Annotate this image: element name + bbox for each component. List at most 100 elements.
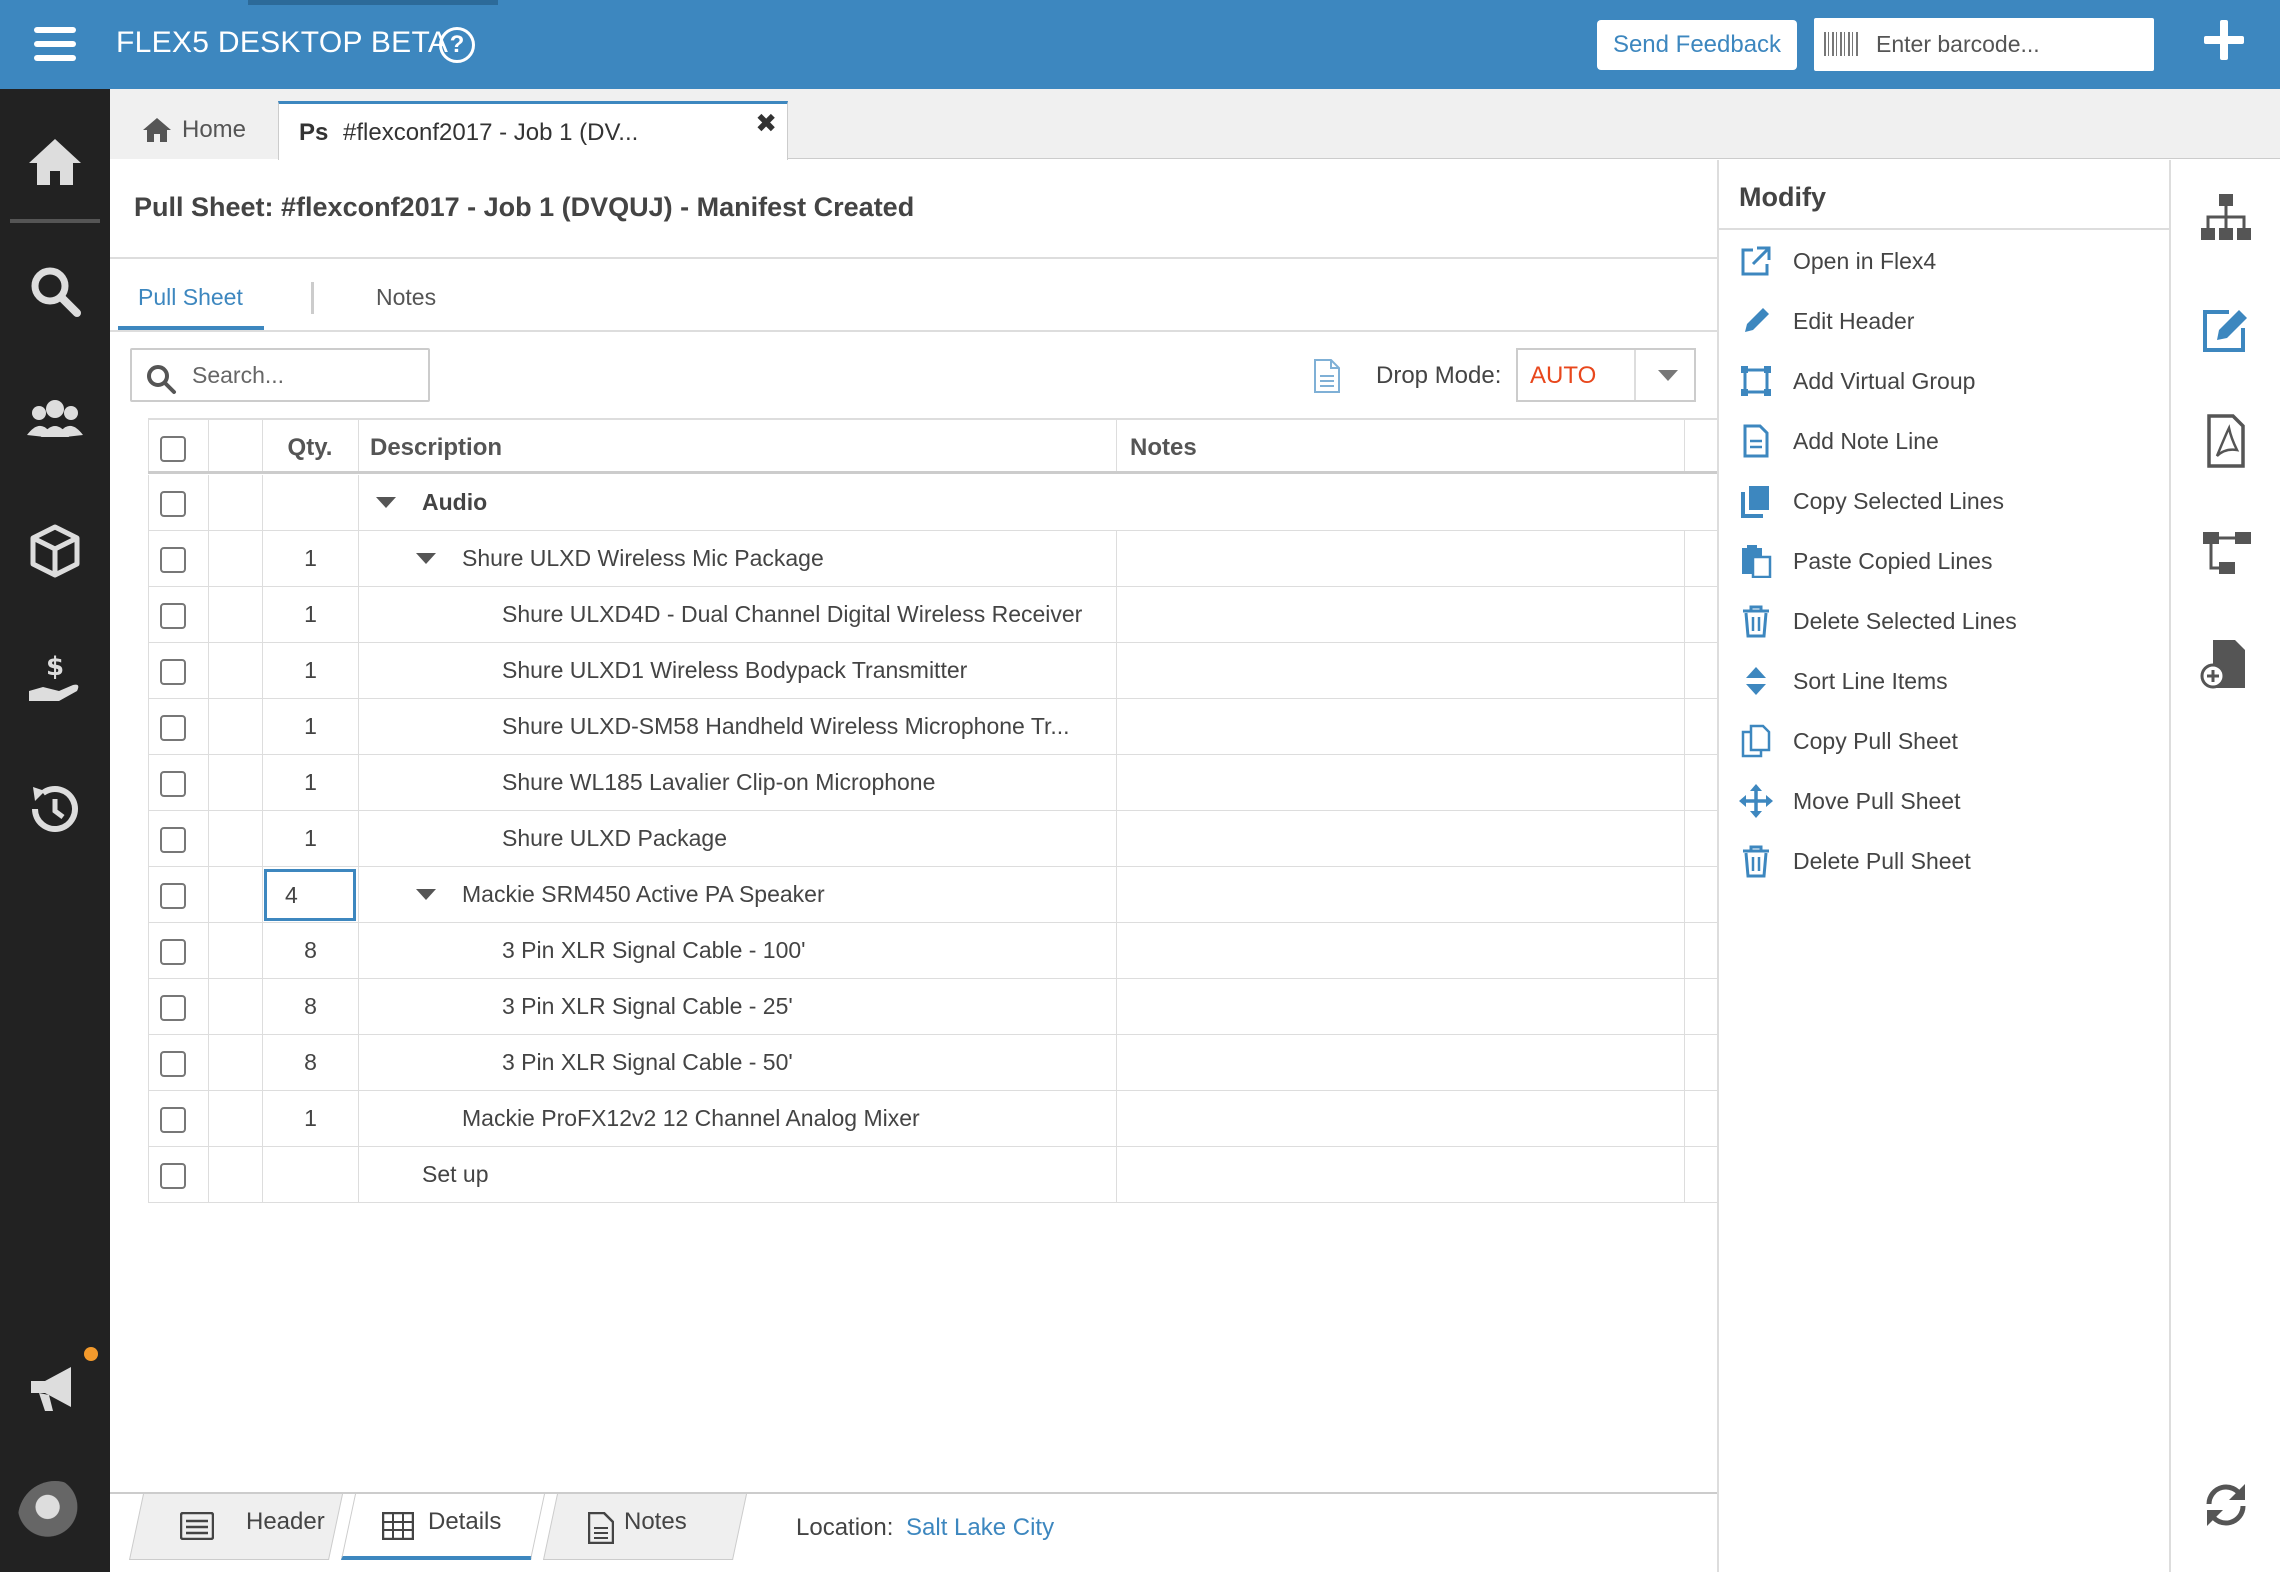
bottom-tab-header[interactable]: Header [128,1494,344,1560]
row-checkbox[interactable] [160,939,186,965]
table-row[interactable]: 8 3 Pin XLR Signal Cable - 25' [148,979,1717,1035]
qty-cell[interactable]: 1 [263,769,358,796]
edit-icon[interactable] [2199,302,2253,356]
pdf-icon[interactable] [2199,414,2253,468]
row-checkbox[interactable] [160,771,186,797]
add-note-line-button[interactable]: Add Note Line [1719,412,2171,472]
refresh-icon[interactable] [2199,1478,2253,1532]
menu-icon[interactable] [34,27,76,63]
qty-cell[interactable]: 8 [263,993,358,1020]
bottom-tab-notes[interactable]: Notes [542,1494,748,1560]
column-header-description[interactable]: Description [370,434,502,462]
copy-selected-lines-button[interactable]: Copy Selected Lines [1719,472,2171,532]
search-input[interactable] [190,359,420,391]
add-document-icon[interactable] [2199,638,2253,692]
avatar[interactable] [18,1481,92,1555]
sitemap-icon[interactable] [2199,190,2253,244]
row-checkbox[interactable] [160,603,186,629]
home-icon[interactable] [25,131,85,191]
help-icon[interactable]: ? [439,27,475,63]
description-cell[interactable]: Audio [422,489,487,516]
table-row[interactable]: 1 Shure WL185 Lavalier Clip-on Microphon… [148,755,1717,811]
move-pull-sheet-button[interactable]: Move Pull Sheet [1719,772,2171,832]
search-icon[interactable] [25,261,85,321]
chevron-down-icon[interactable] [416,553,436,564]
subtab-notes[interactable]: Notes [376,284,436,311]
tab-job[interactable]: Ps #flexconf2017 - Job 1 (DV... ✖ [278,101,788,160]
paste-copied-lines-button[interactable]: Paste Copied Lines [1719,532,2171,592]
qty-cell[interactable]: 8 [263,937,358,964]
description-cell[interactable]: 3 Pin XLR Signal Cable - 25' [502,993,793,1020]
row-checkbox[interactable] [160,883,186,909]
document-icon[interactable] [1313,359,1341,393]
select-all-checkbox[interactable] [160,436,186,462]
open-in-flex4-button[interactable]: Open in Flex4 [1719,232,2171,292]
row-checkbox[interactable] [160,659,186,685]
qty-cell[interactable]: 1 [263,713,358,740]
column-header-qty[interactable]: Qty. [262,434,358,462]
qty-cell[interactable]: 1 [263,545,358,572]
drop-mode-select[interactable]: AUTO [1516,348,1696,402]
edit-header-button[interactable]: Edit Header [1719,292,2171,352]
table-row[interactable]: Mackie SRM450 Active PA Speaker [148,867,1717,923]
row-checkbox[interactable] [160,827,186,853]
location-link[interactable]: Salt Lake City [906,1514,1054,1542]
sort-line-items-button[interactable]: Sort Line Items [1719,652,2171,712]
chevron-down-icon[interactable] [1634,350,1696,400]
qty-input[interactable] [264,869,356,921]
description-cell[interactable]: Shure ULXD1 Wireless Bodypack Transmitte… [502,657,967,684]
description-cell[interactable]: Shure ULXD4D - Dual Channel Digital Wire… [502,601,1082,628]
megaphone-icon[interactable] [25,1359,85,1419]
qty-cell[interactable]: 1 [263,601,358,628]
delete-selected-lines-button[interactable]: Delete Selected Lines [1719,592,2171,652]
table-row[interactable]: 8 3 Pin XLR Signal Cable - 50' [148,1035,1717,1091]
tab-home[interactable]: Home [110,101,278,159]
description-cell[interactable]: 3 Pin XLR Signal Cable - 100' [502,937,806,964]
history-icon[interactable] [25,779,85,839]
hierarchy-icon[interactable] [2199,526,2253,580]
table-row[interactable]: 1 Shure ULXD-SM58 Handheld Wireless Micr… [148,699,1717,755]
table-row[interactable]: 1 Shure ULXD Package [148,811,1717,867]
delete-pull-sheet-button[interactable]: Delete Pull Sheet [1719,832,2171,892]
chevron-down-icon[interactable] [376,497,396,508]
table-row[interactable]: 1 Mackie ProFX12v2 12 Channel Analog Mix… [148,1091,1717,1147]
send-feedback-button[interactable]: Send Feedback [1597,20,1797,70]
description-cell[interactable]: Shure ULXD Wireless Mic Package [462,545,824,572]
barcode-input[interactable] [1874,26,2144,62]
row-checkbox[interactable] [160,715,186,741]
row-checkbox[interactable] [160,1163,186,1189]
table-row[interactable]: 8 3 Pin XLR Signal Cable - 100' [148,923,1717,979]
row-checkbox[interactable] [160,1107,186,1133]
search-field[interactable] [130,348,430,402]
row-checkbox[interactable] [160,995,186,1021]
row-checkbox[interactable] [160,1051,186,1077]
box-icon[interactable] [25,521,85,581]
users-icon[interactable] [25,389,85,449]
hand-money-icon[interactable]: $ [25,651,85,711]
description-cell[interactable]: Shure ULXD Package [502,825,727,852]
description-cell[interactable]: Set up [422,1161,489,1188]
table-row[interactable]: 1 Shure ULXD Wireless Mic Package [148,531,1717,587]
table-row[interactable]: Audio [148,475,1717,531]
close-icon[interactable]: ✖ [755,108,777,139]
row-checkbox[interactable] [160,491,186,517]
chevron-down-icon[interactable] [416,889,436,900]
qty-cell[interactable]: 1 [263,825,358,852]
add-icon[interactable] [2204,20,2244,60]
table-row[interactable]: 1 Shure ULXD4D - Dual Channel Digital Wi… [148,587,1717,643]
copy-pull-sheet-button[interactable]: Copy Pull Sheet [1719,712,2171,772]
column-header-notes[interactable]: Notes [1130,434,1197,462]
qty-cell[interactable]: 1 [263,1105,358,1132]
description-cell[interactable]: Mackie ProFX12v2 12 Channel Analog Mixer [462,1105,920,1132]
add-virtual-group-button[interactable]: Add Virtual Group [1719,352,2171,412]
description-cell[interactable]: Shure WL185 Lavalier Clip-on Microphone [502,769,935,796]
description-cell[interactable]: Mackie SRM450 Active PA Speaker [462,881,825,908]
table-row[interactable]: Set up [148,1147,1717,1203]
description-cell[interactable]: 3 Pin XLR Signal Cable - 50' [502,1049,793,1076]
table-row[interactable]: 1 Shure ULXD1 Wireless Bodypack Transmit… [148,643,1717,699]
qty-cell[interactable]: 8 [263,1049,358,1076]
description-cell[interactable]: Shure ULXD-SM58 Handheld Wireless Microp… [502,713,1070,740]
qty-cell[interactable]: 1 [263,657,358,684]
subtab-pull-sheet[interactable]: Pull Sheet [138,284,243,311]
bottom-tab-details[interactable]: Details [340,1494,546,1560]
